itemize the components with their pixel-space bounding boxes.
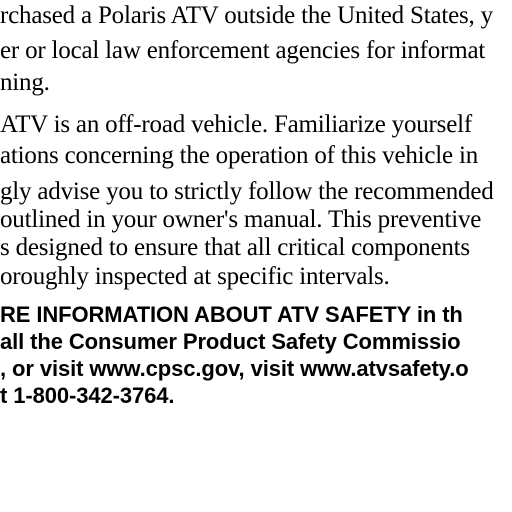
manual-page: rchased a Polaris ATV outside the United… [0, 0, 512, 512]
text-line: , or visit www.cpsc.gov, visit www.atvsa… [0, 356, 469, 381]
text-line: t 1-800-342-3764. [0, 383, 175, 408]
text-line: outlined in your owner's manual. This pr… [0, 206, 482, 233]
text-line: gly advise you to strictly follow the re… [0, 178, 494, 205]
text-line: ning. [0, 69, 50, 96]
text-line: ATV is an off-road vehicle. Familiarize … [0, 111, 472, 138]
text-line: rchased a Polaris ATV outside the United… [0, 2, 493, 29]
text-line: er or local law enforcement agencies for… [0, 37, 486, 64]
text-line: oroughly inspected at specific intervals… [0, 263, 390, 290]
text-line: s designed to ensure that all critical c… [0, 234, 470, 261]
text-line: ations concerning the operation of this … [0, 142, 479, 169]
text-line: all the Consumer Product Safety Commissi… [0, 329, 461, 354]
text-line: RE INFORMATION ABOUT ATV SAFETY in th [0, 302, 463, 327]
